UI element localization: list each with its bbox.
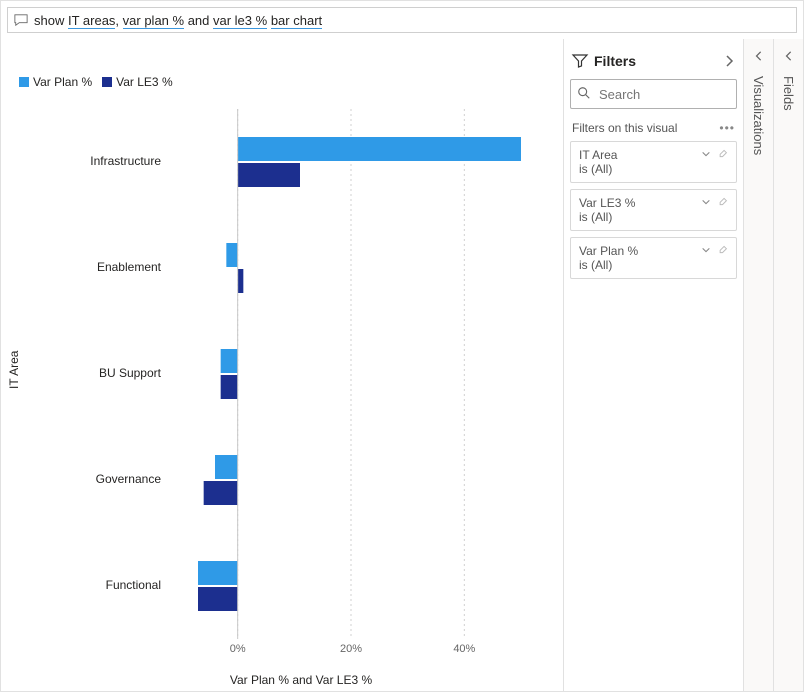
- filter-field-value: is (All): [579, 210, 701, 224]
- chevron-left-icon: [784, 49, 794, 64]
- filters-panel: Filters Filters on this visual ••• IT Ar…: [563, 39, 743, 691]
- filters-section-header: Filters on this visual •••: [572, 121, 735, 135]
- search-icon: [577, 86, 591, 103]
- x-tick-label: 0%: [218, 643, 258, 655]
- fields-rail[interactable]: Fields: [773, 39, 803, 691]
- chart-svg: [181, 99, 521, 664]
- visualizations-label: Visualizations: [751, 76, 766, 155]
- filter-card[interactable]: IT Areais (All): [570, 141, 737, 183]
- swatch-2: [102, 77, 112, 87]
- x-axis-label: Var Plan % and Var LE3 %: [201, 673, 401, 687]
- filter-field-name: Var Plan %: [579, 244, 701, 258]
- filters-section-title: Filters on this visual: [572, 121, 677, 135]
- filters-search[interactable]: [570, 79, 737, 109]
- filters-header: Filters: [572, 53, 735, 69]
- qa-phrase-1: IT areas: [68, 13, 115, 29]
- filter-field-value: is (All): [579, 258, 701, 272]
- bar[interactable]: [198, 561, 238, 585]
- comment-icon: [14, 13, 28, 27]
- visualizations-rail[interactable]: Visualizations: [743, 39, 773, 691]
- bar[interactable]: [238, 269, 244, 293]
- qa-phrase-4: bar chart: [271, 13, 322, 29]
- erase-icon[interactable]: [717, 148, 728, 162]
- filters-search-input[interactable]: [597, 86, 730, 103]
- bar[interactable]: [198, 587, 238, 611]
- filter-field-name: Var LE3 %: [579, 196, 701, 210]
- body: Var Plan % Var LE3 % IT Area Infrastruct…: [1, 39, 803, 691]
- app-root: show IT areas, var plan % and var le3 % …: [0, 0, 804, 692]
- filter-field-value: is (All): [579, 162, 701, 176]
- x-tick-label: 20%: [331, 643, 371, 655]
- x-tick-label: 40%: [444, 643, 484, 655]
- qa-phrase-2: var plan %: [123, 13, 184, 29]
- filter-icon: [572, 53, 588, 69]
- bar[interactable]: [221, 375, 238, 399]
- chevron-down-icon[interactable]: [701, 148, 711, 162]
- chevron-left-icon: [754, 49, 764, 64]
- legend-label-1: Var Plan %: [33, 75, 92, 89]
- filter-field-name: IT Area: [579, 148, 701, 162]
- chart-legend: Var Plan % Var LE3 %: [19, 75, 173, 89]
- filter-cards: IT Areais (All)Var LE3 %is (All)Var Plan…: [570, 141, 737, 279]
- more-icon[interactable]: •••: [719, 121, 735, 135]
- qa-text: show IT areas, var plan % and var le3 % …: [34, 13, 322, 28]
- swatch-1: [19, 77, 29, 87]
- category-label: Enablement: [71, 260, 161, 274]
- chart-area: Var Plan % Var LE3 % IT Area Infrastruct…: [1, 39, 563, 691]
- collapse-filters-icon[interactable]: [723, 55, 735, 67]
- fields-label: Fields: [781, 76, 796, 111]
- category-label: Governance: [71, 472, 161, 486]
- bar[interactable]: [215, 455, 238, 479]
- bar[interactable]: [226, 243, 237, 267]
- bar[interactable]: [221, 349, 238, 373]
- erase-icon[interactable]: [717, 244, 728, 258]
- chevron-down-icon[interactable]: [701, 244, 711, 258]
- legend-item-2[interactable]: Var LE3 %: [102, 75, 172, 89]
- bar[interactable]: [238, 137, 521, 161]
- y-axis-label: IT Area: [7, 351, 21, 389]
- legend-label-2: Var LE3 %: [116, 75, 172, 89]
- qa-prefix: show: [34, 13, 68, 28]
- category-label: Infrastructure: [71, 154, 161, 168]
- category-label: BU Support: [71, 366, 161, 380]
- chevron-down-icon[interactable]: [701, 196, 711, 210]
- filter-card[interactable]: Var LE3 %is (All): [570, 189, 737, 231]
- bar[interactable]: [204, 481, 238, 505]
- erase-icon[interactable]: [717, 196, 728, 210]
- legend-item-1[interactable]: Var Plan %: [19, 75, 92, 89]
- bar[interactable]: [238, 163, 300, 187]
- qa-phrase-3: var le3 %: [213, 13, 267, 29]
- filters-title: Filters: [594, 53, 636, 69]
- category-label: Functional: [71, 578, 161, 592]
- plot-area: [181, 99, 521, 664]
- filter-card[interactable]: Var Plan %is (All): [570, 237, 737, 279]
- qa-input-bar[interactable]: show IT areas, var plan % and var le3 % …: [7, 7, 797, 33]
